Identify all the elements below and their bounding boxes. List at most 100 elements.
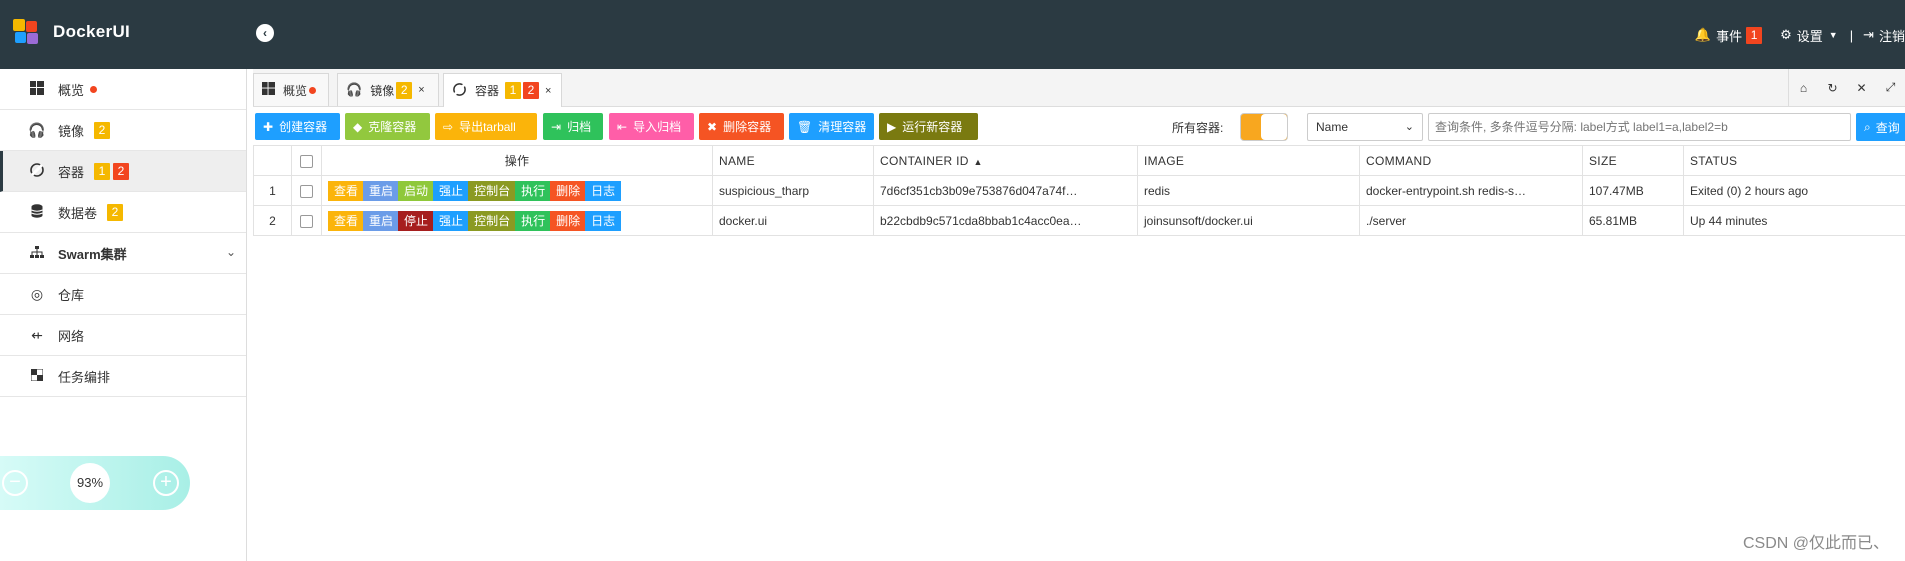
containers-table: 操作 NAME CONTAINER ID ▲ IMAGE COMMAND SIZ… <box>253 145 1905 236</box>
search-icon: ⌕ <box>1864 119 1871 134</box>
bell-icon: 🔔 <box>1694 27 1712 42</box>
prune-containers-button[interactable]: 🗑 清理容器 <box>789 113 874 140</box>
archive-button[interactable]: ⇥ 归档 <box>543 113 603 140</box>
sidebar-item-network[interactable]: ⇷ 网络 <box>0 315 246 356</box>
select-all-checkbox[interactable] <box>300 154 313 168</box>
sidebar-item-orchestration[interactable]: 任务编排 <box>0 356 246 397</box>
close-tab-icon[interactable]: × <box>418 84 424 96</box>
headphones-icon: 🎧 <box>28 121 46 138</box>
import-archive-button[interactable]: ⇤ 导入归档 <box>609 113 694 140</box>
row-action-button[interactable]: 重启 <box>363 180 400 201</box>
row-action-button[interactable]: 控制台 <box>468 210 517 231</box>
sidebar-item-volumes[interactable]: 数据卷 2 <box>0 192 246 233</box>
refresh-icon[interactable]: ↻ <box>1818 81 1847 95</box>
size-header[interactable]: SIZE <box>1582 145 1684 176</box>
tab-containers[interactable]: 容器 1 2 × <box>443 73 562 107</box>
row-checkbox[interactable] <box>300 184 313 198</box>
container-name[interactable]: suspicious_tharp <box>712 175 874 206</box>
row-action-button[interactable]: 执行 <box>515 180 552 201</box>
name-header[interactable]: NAME <box>712 145 874 176</box>
row-action-button[interactable]: 删除 <box>550 180 587 201</box>
sidebar-item-containers[interactable]: 容器 1 2 <box>0 151 246 192</box>
row-action-button[interactable]: 启动 <box>398 180 435 201</box>
checkerboard-icon <box>28 368 46 384</box>
sidebar-item-label: 数据卷 <box>58 205 98 221</box>
row-action-button[interactable]: 控制台 <box>468 180 517 201</box>
row-action-button[interactable]: 查看 <box>328 180 365 201</box>
container-image: redis <box>1137 175 1360 206</box>
run-new-container-button[interactable]: ▶ 运行新容器 <box>879 113 978 140</box>
events-label: 事件 <box>1716 28 1743 44</box>
containers-total-badge: 2 <box>113 162 130 180</box>
all-containers-toggle[interactable] <box>1240 113 1288 141</box>
row-checkbox[interactable] <box>300 214 313 228</box>
close-tab-icon[interactable]: × <box>545 85 551 97</box>
close-icon[interactable]: ✕ <box>1847 81 1876 95</box>
trash-icon: 🗑 <box>797 119 813 134</box>
status-header[interactable]: STATUS <box>1683 145 1905 176</box>
settings-dropdown[interactable]: ⚙ 设置 ▼ <box>1780 26 1838 45</box>
delete-container-button[interactable]: ✖ 删除容器 <box>699 113 784 140</box>
zoom-out-icon[interactable]: − <box>2 470 28 496</box>
row-action-button[interactable]: 强止 <box>433 210 470 231</box>
container-size: 107.47MB <box>1582 175 1684 206</box>
search-button[interactable]: ⌕ 查询 <box>1856 113 1905 141</box>
windows-icon <box>28 80 46 98</box>
row-action-button[interactable]: 日志 <box>585 180 622 201</box>
sign-out-icon: ⇥ <box>551 119 562 134</box>
row-action-button[interactable]: 查看 <box>328 210 365 231</box>
chevron-down-icon: ⌄ <box>1404 121 1414 133</box>
collapse-sidebar-icon[interactable]: ‹ <box>256 24 274 42</box>
row-action-button[interactable]: 停止 <box>398 210 435 231</box>
database-icon <box>28 203 46 221</box>
button-label: 查询 <box>1875 120 1900 135</box>
sign-out-icon: ⇥ <box>1863 27 1874 42</box>
container-id-header[interactable]: CONTAINER ID ▲ <box>873 145 1138 176</box>
sort-asc-icon: ▲ <box>970 156 983 167</box>
export-tarball-button[interactable]: ⇨ 导出tarball <box>435 113 537 140</box>
row-actions: 查看 重启 启动 强止 控制台 执行 删除 日志 <box>321 175 713 206</box>
sitemap-icon <box>28 245 46 261</box>
create-container-button[interactable]: ✚ 创建容器 <box>255 113 340 140</box>
logout-link[interactable]: ⇥ 注销 <box>1863 26 1905 45</box>
tab-tools: ⌂ ↻ ✕ ⤢ <box>1788 69 1905 106</box>
row-action-button[interactable]: 日志 <box>585 210 622 231</box>
button-label: 创建容器 <box>279 120 328 134</box>
events-link[interactable]: 🔔 事件 1 <box>1694 26 1763 45</box>
sidebar-item-swarm[interactable]: Swarm集群 ⌄ <box>0 233 246 274</box>
tab-images[interactable]: 🎧 镜像 2 × <box>337 73 439 106</box>
home-icon[interactable]: ⌂ <box>1789 81 1818 95</box>
clone-container-button[interactable]: ◆ 克隆容器 <box>345 113 430 140</box>
sidebar-item-images[interactable]: 🎧 镜像 2 <box>0 110 246 151</box>
container-name[interactable]: docker.ui <box>712 205 874 236</box>
image-header[interactable]: IMAGE <box>1137 145 1360 176</box>
button-label: 运行新容器 <box>902 120 963 134</box>
command-header[interactable]: COMMAND <box>1359 145 1583 176</box>
sidebar-item-overview[interactable]: 概览 <box>0 69 246 110</box>
search-input[interactable] <box>1428 113 1851 141</box>
container-icon <box>28 162 46 181</box>
tab-badge: 1 <box>505 82 522 99</box>
row-action-button[interactable]: 强止 <box>433 180 470 201</box>
table-row[interactable]: 1 查看 重启 启动 强止 控制台 执行 删除 日志 suspicious_tharp 7d6cf3… <box>253 175 1905 206</box>
fullscreen-icon[interactable]: ⤢ <box>1876 80 1905 95</box>
sidebar-item-label: 任务编排 <box>58 369 111 385</box>
zoom-in-icon[interactable]: + <box>153 470 179 496</box>
double-chevron-down-icon[interactable]: ⌄ <box>226 245 236 259</box>
volumes-count-badge: 2 <box>107 203 124 221</box>
selected-value: Name <box>1316 120 1349 134</box>
tab-overview[interactable]: 概览 <box>253 73 329 106</box>
container-toolbar: ✚ 创建容器 ◆ 克隆容器 ⇨ 导出tarball ⇥ 归档 ⇤ 导入归档 ✖ 删除容器 🗑… <box>255 113 1905 141</box>
settings-label: 设置 <box>1796 28 1823 44</box>
filter-field-select[interactable]: Name ⌄ <box>1307 113 1423 141</box>
sidebar-item-registry[interactable]: ◎ 仓库 <box>0 274 246 315</box>
table-row[interactable]: 2 查看 重启 停止 强止 控制台 执行 删除 日志 docker.ui b22cbdb9c571c… <box>253 205 1905 236</box>
row-action-button[interactable]: 删除 <box>550 210 587 231</box>
button-label: 导出tarball <box>459 120 516 134</box>
row-number: 1 <box>253 175 292 206</box>
row-action-button[interactable]: 重启 <box>363 210 400 231</box>
row-action-button[interactable]: 执行 <box>515 210 552 231</box>
caret-down-icon: ▼ <box>1828 30 1838 40</box>
sidebar-item-label: 概览 <box>58 82 85 98</box>
toggle-knob <box>1261 114 1287 140</box>
